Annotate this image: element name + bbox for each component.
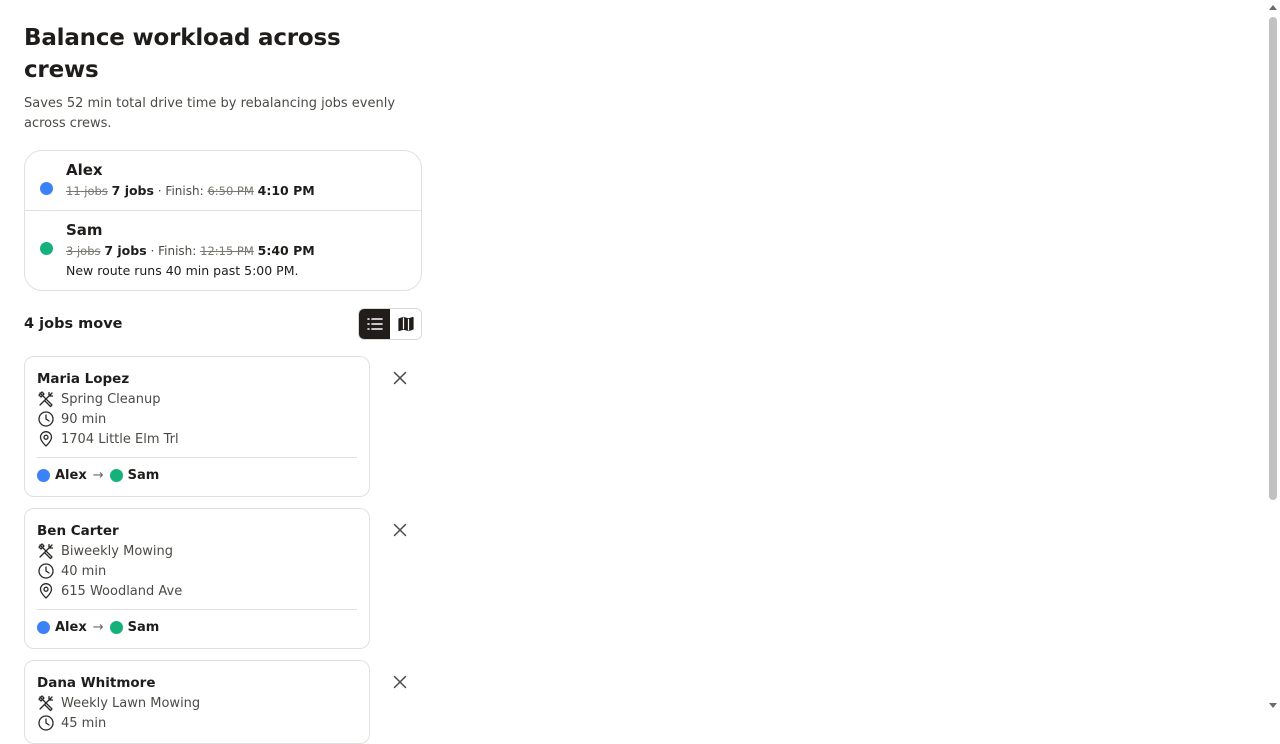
page-title: Balance workload across crews xyxy=(24,25,341,83)
new-finish-time: 5:40 PM xyxy=(257,243,315,258)
to-crew-dot xyxy=(109,620,123,634)
clock-icon xyxy=(37,714,55,732)
from-crew-dot xyxy=(37,468,50,482)
job-item: Ben Carter Biweekly Mowing 40 min 615 Wo… xyxy=(24,508,422,649)
tools-icon xyxy=(37,694,55,712)
to-crew-dot xyxy=(109,468,123,482)
job-card[interactable]: Dana Whitmore Weekly Lawn Mowing 45 min xyxy=(24,660,370,744)
crew-row-sam: Sam 3 jobs 7 jobs · Finish: 12:15 PM 5:4… xyxy=(25,210,421,290)
crew-stats: 3 jobs 7 jobs · Finish: 12:15 PM 5:40 PM xyxy=(66,241,421,261)
map-view-button[interactable] xyxy=(390,309,421,339)
scrollbar-thumb[interactable] xyxy=(1269,17,1277,500)
close-icon xyxy=(393,523,407,537)
job-duration: 45 min xyxy=(37,713,357,733)
new-job-count: 7 jobs xyxy=(111,183,154,198)
divider xyxy=(37,457,357,458)
list-icon xyxy=(366,318,383,330)
overtime-note: New route runs 40 min past 5:00 PM. xyxy=(66,263,299,278)
job-address: 615 Woodland Ave xyxy=(37,581,357,601)
from-crew: Alex xyxy=(55,467,87,483)
tools-icon xyxy=(37,390,55,408)
job-duration: 90 min xyxy=(37,409,357,429)
map-pin-icon xyxy=(37,430,55,448)
to-crew: Sam xyxy=(127,619,160,635)
old-finish-time: 12:15 PM xyxy=(200,244,254,258)
page-scrollbar[interactable] xyxy=(1266,0,1280,713)
remove-job-button[interactable] xyxy=(390,520,410,540)
clock-icon xyxy=(37,562,55,580)
from-crew: Alex xyxy=(55,619,87,635)
list-view-button[interactable] xyxy=(359,309,390,339)
job-service: Biweekly Mowing xyxy=(37,541,357,561)
remove-job-button[interactable] xyxy=(390,672,410,692)
from-crew-dot xyxy=(37,620,50,634)
old-job-count: 3 jobs xyxy=(66,244,101,258)
job-item: Dana Whitmore Weekly Lawn Mowing 45 min xyxy=(24,660,422,744)
job-customer: Ben Carter xyxy=(37,523,119,539)
arrow-right-icon: → xyxy=(92,619,104,635)
job-duration: 40 min xyxy=(37,561,357,581)
page-subtitle: Saves 52 min total drive time by rebalan… xyxy=(24,96,396,131)
new-job-count: 7 jobs xyxy=(104,243,147,258)
new-finish-time: 4:10 PM xyxy=(257,183,315,198)
crew-name: Sam xyxy=(66,221,103,239)
crew-row-alex: Alex 11 jobs 7 jobs · Finish: 6:50 PM 4:… xyxy=(25,151,421,210)
moves-header: 4 jobs move xyxy=(24,308,422,340)
close-icon xyxy=(393,371,407,385)
job-item: Maria Lopez Spring Cleanup 90 min 1704 L… xyxy=(24,356,422,497)
crew-color-dot xyxy=(40,242,53,255)
view-toggle xyxy=(358,308,422,340)
tools-icon xyxy=(37,542,55,560)
arrow-right-icon: → xyxy=(92,467,104,483)
rebalance-panel: Balance workload across crews Saves 52 m… xyxy=(24,22,422,744)
close-icon xyxy=(393,675,407,689)
map-icon xyxy=(397,316,414,332)
scroll-up-arrow[interactable] xyxy=(1269,5,1277,10)
finish-label: · Finish: xyxy=(150,244,197,258)
old-finish-time: 6:50 PM xyxy=(207,184,254,198)
job-address: 1704 Little Elm Trl xyxy=(37,429,357,449)
old-job-count: 11 jobs xyxy=(66,184,108,198)
moves-title: 4 jobs move xyxy=(24,316,123,332)
finish-label: · Finish: xyxy=(157,184,204,198)
to-crew: Sam xyxy=(127,467,160,483)
job-service: Spring Cleanup xyxy=(37,389,357,409)
job-transfer: Alex → Sam xyxy=(37,464,357,486)
crew-summary-card: Alex 11 jobs 7 jobs · Finish: 6:50 PM 4:… xyxy=(24,150,422,291)
job-customer: Dana Whitmore xyxy=(37,675,156,691)
divider xyxy=(37,609,357,610)
crew-name: Alex xyxy=(66,161,103,179)
job-transfer: Alex → Sam xyxy=(37,616,357,638)
map-pin-icon xyxy=(37,582,55,600)
crew-stats: 11 jobs 7 jobs · Finish: 6:50 PM 4:10 PM xyxy=(66,181,421,201)
job-card[interactable]: Maria Lopez Spring Cleanup 90 min 1704 L… xyxy=(24,356,370,497)
clock-icon xyxy=(37,410,55,428)
job-card[interactable]: Ben Carter Biweekly Mowing 40 min 615 Wo… xyxy=(24,508,370,649)
job-service: Weekly Lawn Mowing xyxy=(37,693,357,713)
scroll-down-arrow[interactable] xyxy=(1269,703,1277,708)
remove-job-button[interactable] xyxy=(390,368,410,388)
job-customer: Maria Lopez xyxy=(37,371,130,387)
crew-color-dot xyxy=(40,182,53,195)
